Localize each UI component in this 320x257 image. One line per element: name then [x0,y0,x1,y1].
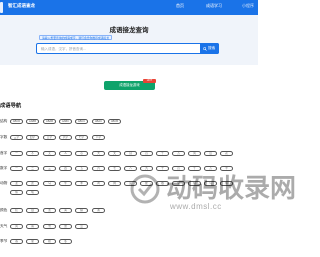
nav-chip[interactable]: 云 [75,224,88,229]
nav-chip[interactable]: 虎 [26,181,39,186]
hero-section [0,15,258,65]
section-title: 成语导航 [0,103,22,109]
nav-chip[interactable]: 青 [59,208,72,213]
nav-chip[interactable]: 花 [220,151,233,156]
watermark-url: www.dmsl.cc [170,202,222,211]
nav-chip[interactable]: 一 [10,166,23,171]
nav-chip[interactable]: 七 [108,166,121,171]
nav-chip[interactable]: 五 [75,166,88,171]
nav-chip[interactable]: ABCC [75,119,88,124]
site-title[interactable]: 智汇成语查龙 [8,3,35,9]
nav-chip[interactable]: 冬 [59,239,72,244]
row-label: 结构 [0,119,8,123]
row-label: 季节 [0,239,8,243]
row-label: 动物 [0,181,8,185]
hero-tagline: 请输入想要查询的成语或字，我们会给你推荐成语接龙 [39,35,113,40]
nav-chip[interactable]: 四字 [26,135,39,140]
nav-chip[interactable]: ABCD [10,119,23,124]
nav-chip[interactable]: 人 [59,151,72,156]
nav-chip[interactable]: 绿 [75,208,88,213]
nav-chip[interactable]: AABC [59,119,72,124]
row-label: 天气 [0,224,8,228]
nav-chip[interactable]: 夏 [26,239,39,244]
nav-chip[interactable]: 七字 [75,135,88,140]
nav-chip[interactable]: 红 [10,208,23,213]
nav-chip[interactable]: 秋 [43,239,56,244]
row-label: 数字 [0,166,8,170]
nav-chip[interactable]: 大 [92,151,105,156]
watermark-text: 动码收录网 [166,174,297,204]
nav-chip[interactable]: 三字 [10,135,23,140]
nav-chip[interactable]: 天 [108,151,121,156]
nav-chip[interactable]: 四 [59,166,72,171]
nav-chip[interactable]: 白 [26,208,39,213]
page-title: 成语接龙查询 [109,27,149,34]
nav-chip[interactable]: 不 [26,151,39,156]
nav-chip[interactable]: 黄 [92,208,105,213]
search-icon [203,47,207,51]
nav-chip[interactable]: 千 [156,151,169,156]
search-button[interactable]: 搜索 [199,43,219,55]
logo-icon[interactable] [0,2,3,13]
nav-chip[interactable]: 六 [92,166,105,171]
nav-chip[interactable]: 雷 [59,224,72,229]
nav-chip[interactable]: 马 [43,181,56,186]
nav-chip[interactable]: 龙 [10,181,23,186]
nav-chip[interactable]: 自 [124,151,137,156]
nav-chip[interactable]: 一 [10,151,23,156]
watermark: 动码收录网 www.dmsl.cc [130,166,296,236]
nav-chip[interactable]: 五字 [43,135,56,140]
nav-chip[interactable]: 黑 [43,208,56,213]
nav-chip[interactable]: 鸡 [92,181,105,186]
row-label: 首字 [0,151,8,155]
nav-chip[interactable]: 风 [188,151,201,156]
nav-chip[interactable]: 牛 [59,181,72,186]
nav-chip[interactable]: 春 [10,239,23,244]
nav-chip[interactable]: AABB [26,119,39,124]
nav-chip[interactable]: 鱼 [10,190,23,195]
nav-chip[interactable]: 风 [10,224,23,229]
nav-chip[interactable]: 羊 [75,181,88,186]
nav-chip[interactable]: 心 [75,151,88,156]
nav-chip[interactable]: ABAC [92,119,105,124]
nav-chip[interactable]: 龟 [26,190,39,195]
top-navigation-bar: 智汇成语查龙 首页 成语学习 小程序 [0,0,258,15]
watermark-logo-icon [130,174,160,204]
nav-miniprogram-link[interactable]: 小程序 [242,3,254,9]
nav-chip[interactable]: 无 [43,151,56,156]
nav-chip[interactable]: 百 [140,151,153,156]
nav-chip[interactable]: 山 [204,151,217,156]
nav-chip[interactable]: 雨 [26,224,39,229]
nav-chip[interactable]: 八字 [92,135,105,140]
search-input[interactable] [37,44,201,54]
nav-chip[interactable]: 二 [26,166,39,171]
row-label: 字数 [0,135,8,139]
nav-chip[interactable]: 三 [43,166,56,171]
search-box: 搜索 [36,43,219,55]
nav-home-link[interactable]: 首页 [176,3,184,9]
nav-chip[interactable]: 狗 [108,181,121,186]
nav-chip[interactable]: 万 [172,151,185,156]
nav-chip[interactable]: ABAB [43,119,56,124]
hot-badge: HOT [143,79,156,83]
nav-chip[interactable]: 雪 [43,224,56,229]
search-button-label: 搜索 [208,46,216,51]
nav-chip[interactable]: 六字 [59,135,72,140]
nav-study-link[interactable]: 成语学习 [206,3,222,9]
nav-chip[interactable]: ABCB [108,119,121,124]
row-label: 颜色 [0,208,8,212]
